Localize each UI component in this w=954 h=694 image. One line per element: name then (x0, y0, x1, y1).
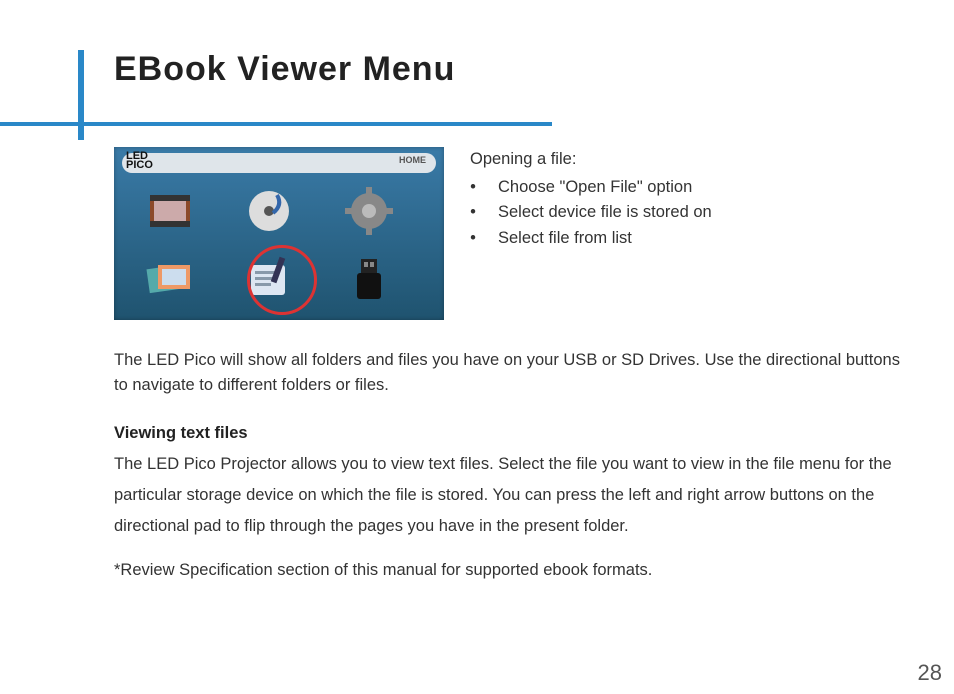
gear-icon (343, 185, 395, 237)
device-logo: LEDPICO (126, 152, 153, 170)
film-icon (144, 185, 196, 237)
ebook-note-icon (243, 253, 295, 305)
section-body: The LED Pico Projector allows you to vie… (114, 449, 914, 543)
footnote: *Review Specification section of this ma… (114, 561, 914, 580)
bullet-item: Select device file is stored on (498, 200, 712, 226)
usb-connector-icon (343, 253, 395, 305)
device-screenshot: LEDPICO HOME (114, 147, 444, 320)
bullet-item: Choose "Open File" option (498, 175, 692, 201)
section-heading: Viewing text files (114, 424, 914, 443)
home-label: HOME (399, 155, 426, 165)
opening-file-instructions: Opening a file: •Choose "Open File" opti… (470, 147, 712, 251)
bullet-item: Select file from list (498, 226, 632, 252)
intro-paragraph: The LED Pico will show all folders and f… (114, 348, 914, 398)
content-area: LEDPICO HOME (114, 107, 914, 580)
page-title: EBook Viewer Menu (114, 50, 954, 89)
pictures-icon (144, 253, 196, 305)
accent-vertical-rule (78, 50, 84, 140)
music-disc-icon (243, 185, 295, 237)
opening-lead: Opening a file: (470, 147, 712, 173)
page-number: 28 (918, 660, 942, 686)
accent-horizontal-rule (0, 122, 552, 126)
